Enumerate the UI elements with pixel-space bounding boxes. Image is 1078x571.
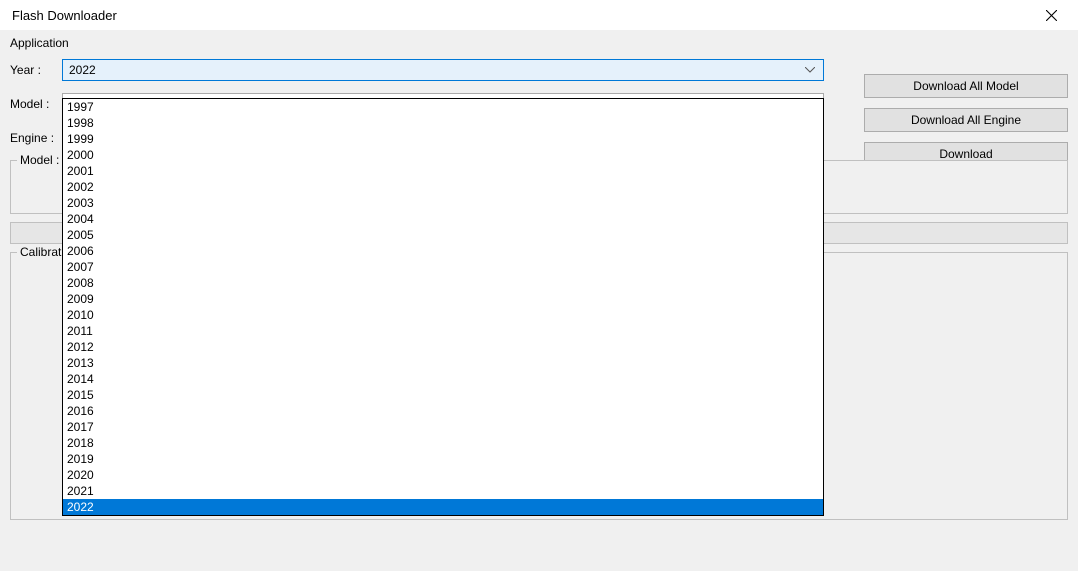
- year-option-2010[interactable]: 2010: [63, 307, 823, 323]
- year-combo-value: 2022: [69, 63, 803, 77]
- year-option-1998[interactable]: 1998: [63, 115, 823, 131]
- download-all-model-button[interactable]: Download All Model: [864, 74, 1068, 98]
- year-combo[interactable]: 2022: [62, 59, 824, 81]
- titlebar: Flash Downloader: [0, 0, 1078, 30]
- year-label: Year :: [10, 63, 62, 77]
- year-option-2009[interactable]: 2009: [63, 291, 823, 307]
- year-option-2019[interactable]: 2019: [63, 451, 823, 467]
- year-option-2001[interactable]: 2001: [63, 163, 823, 179]
- year-option-2012[interactable]: 2012: [63, 339, 823, 355]
- year-option-2002[interactable]: 2002: [63, 179, 823, 195]
- year-option-2013[interactable]: 2013: [63, 355, 823, 371]
- year-option-2016[interactable]: 2016: [63, 403, 823, 419]
- close-button[interactable]: [1028, 0, 1074, 30]
- engine-label: Engine :: [10, 131, 62, 145]
- year-option-2005[interactable]: 2005: [63, 227, 823, 243]
- year-dropdown-list[interactable]: 1997199819992000200120022003200420052006…: [62, 98, 824, 516]
- window-title: Flash Downloader: [12, 8, 117, 23]
- close-icon: [1046, 10, 1057, 21]
- year-option-2011[interactable]: 2011: [63, 323, 823, 339]
- year-option-2006[interactable]: 2006: [63, 243, 823, 259]
- year-option-1997[interactable]: 1997: [63, 99, 823, 115]
- button-column: Download All Model Download All Engine D…: [852, 74, 1068, 166]
- model-label: Model :: [10, 97, 62, 111]
- year-option-2007[interactable]: 2007: [63, 259, 823, 275]
- year-option-2018[interactable]: 2018: [63, 435, 823, 451]
- year-option-1999[interactable]: 1999: [63, 131, 823, 147]
- year-option-2008[interactable]: 2008: [63, 275, 823, 291]
- year-option-2017[interactable]: 2017: [63, 419, 823, 435]
- year-option-2004[interactable]: 2004: [63, 211, 823, 227]
- application-label: Application: [10, 36, 1068, 50]
- year-option-2020[interactable]: 2020: [63, 467, 823, 483]
- year-option-2022[interactable]: 2022: [63, 499, 823, 515]
- content-area: Application Year : 2022 Model : Engine :: [0, 30, 1078, 571]
- year-option-2015[interactable]: 2015: [63, 387, 823, 403]
- year-option-2000[interactable]: 2000: [63, 147, 823, 163]
- download-all-engine-button[interactable]: Download All Engine: [864, 108, 1068, 132]
- chevron-down-icon: [803, 67, 817, 73]
- year-option-2014[interactable]: 2014: [63, 371, 823, 387]
- year-option-2021[interactable]: 2021: [63, 483, 823, 499]
- year-option-2003[interactable]: 2003: [63, 195, 823, 211]
